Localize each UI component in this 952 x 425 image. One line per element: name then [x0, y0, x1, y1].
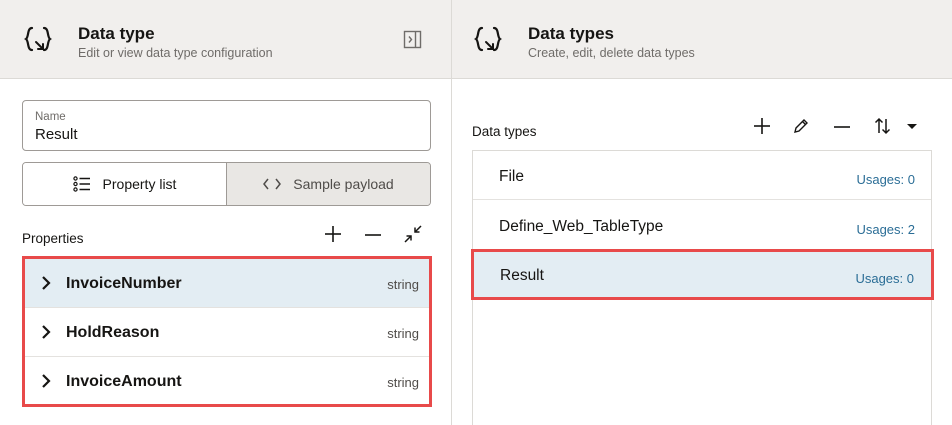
chevron-right-icon[interactable] [39, 372, 53, 390]
panel-subtitle: Edit or view data type configuration [78, 46, 273, 60]
delete-data-type-button[interactable] [831, 115, 853, 137]
chevron-right-icon[interactable] [39, 323, 53, 341]
panel-subtitle: Create, edit, delete data types [528, 46, 695, 60]
tab-label: Property list [102, 176, 177, 192]
name-field[interactable]: Name Result [22, 100, 431, 151]
data-type-name: Define_Web_TableType [499, 218, 664, 235]
plus-icon [754, 118, 770, 134]
property-name: InvoiceAmount [66, 373, 182, 390]
properties-label: Properties [22, 231, 84, 246]
minus-icon [834, 126, 850, 128]
plus-icon [325, 226, 341, 242]
property-type: string [387, 277, 419, 292]
list-item-selected[interactable]: Result Usages: 0 [471, 249, 934, 300]
data-type-header: Data type Edit or view data type configu… [0, 0, 451, 79]
pencil-icon [794, 119, 808, 133]
curly-braces-icon [24, 26, 52, 52]
list-icon [72, 176, 91, 192]
name-field-value[interactable]: Result [35, 126, 78, 143]
list-item[interactable]: Define_Web_TableType Usages: 2 [473, 201, 931, 250]
data-type-panel: Data type Edit or view data type configu… [0, 0, 452, 425]
list-item[interactable]: HoldReason string [25, 308, 429, 357]
list-item[interactable]: InvoiceNumber string [25, 259, 429, 308]
usages-link[interactable]: Usages: 0 [856, 172, 915, 187]
collapse-all-button[interactable] [402, 223, 424, 245]
property-name: InvoiceNumber [66, 275, 182, 292]
panel-title: Data type [78, 24, 155, 43]
add-property-button[interactable] [322, 223, 344, 245]
data-type-name: Result [500, 267, 544, 284]
sort-icon [874, 117, 917, 135]
view-toggle: Property list Sample payload [22, 162, 431, 206]
usages-link[interactable]: Usages: 0 [855, 271, 914, 286]
sort-menu-button[interactable] [874, 115, 920, 137]
edit-data-type-button[interactable] [790, 115, 812, 137]
remove-property-button[interactable] [362, 223, 384, 245]
tab-sample-payload[interactable]: Sample payload [227, 163, 430, 205]
property-type: string [387, 326, 419, 341]
collapse-panel-icon[interactable] [403, 30, 422, 49]
data-types-label: Data types [472, 124, 537, 139]
data-types-header: Data types Create, edit, delete data typ… [452, 0, 952, 79]
code-icon [263, 178, 282, 190]
usages-link[interactable]: Usages: 2 [856, 222, 915, 237]
minus-icon [365, 234, 381, 236]
list-item[interactable]: InvoiceAmount string [25, 357, 429, 406]
collapse-arrows-icon [404, 225, 422, 243]
tab-property-list[interactable]: Property list [23, 163, 227, 205]
data-type-name: File [499, 168, 524, 185]
curly-braces-icon [474, 26, 502, 52]
add-data-type-button[interactable] [751, 115, 773, 137]
property-list: InvoiceNumber string HoldReason string I… [22, 256, 432, 407]
name-field-label: Name [35, 111, 66, 123]
list-item[interactable]: File Usages: 0 [473, 151, 931, 200]
tab-label: Sample payload [293, 176, 394, 192]
chevron-right-icon[interactable] [39, 274, 53, 292]
panel-title: Data types [528, 24, 614, 43]
property-name: HoldReason [66, 324, 160, 341]
property-type: string [387, 375, 419, 390]
